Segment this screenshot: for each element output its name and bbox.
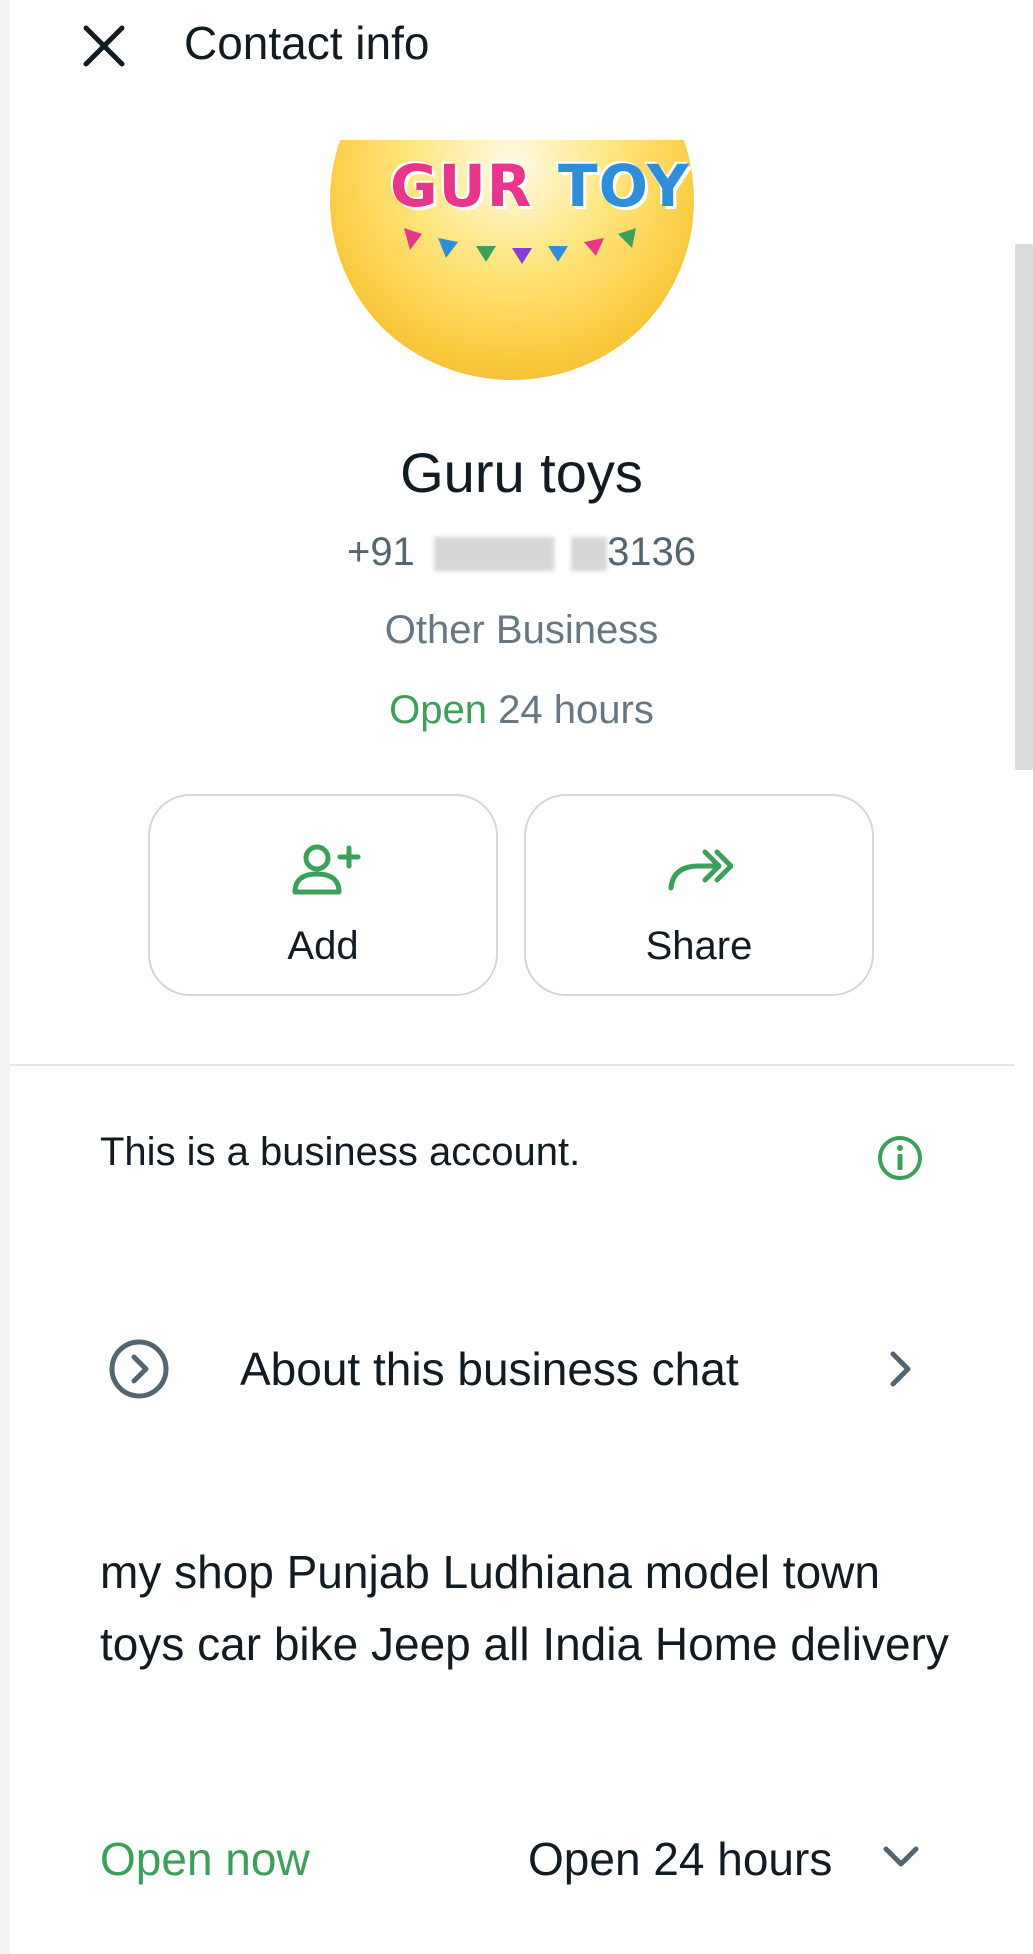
forward-icon (668, 849, 733, 891)
business-hours-dropdown[interactable]: Open 24 hours (518, 1830, 938, 1890)
avatar-logo-text: GUR (390, 152, 533, 220)
circle-chevron-icon (109, 1339, 169, 1399)
bunting-decoration (404, 228, 636, 264)
phone-number: +91 3136 (10, 530, 1033, 575)
business-description: my shop Punjab Ludhiana model town toys … (100, 1546, 949, 1670)
share-label: Share (645, 924, 753, 968)
add-person-icon (292, 844, 361, 895)
phone-suffix: 3136 (607, 530, 697, 574)
contact-name: Guru toys (400, 441, 643, 504)
add-label: Add (287, 924, 359, 968)
header-background (10, 0, 1033, 140)
phone-redacted (433, 537, 554, 572)
about-business-chat-row[interactable]: About this business chat (100, 1334, 940, 1404)
hours-text: 24 hours (498, 688, 654, 732)
info-icon[interactable] (876, 1134, 924, 1182)
chevron-right-icon (890, 1351, 911, 1387)
business-hours-summary: Open 24 hours (10, 688, 1033, 733)
business-hours-value: Open 24 hours (528, 1833, 833, 1885)
divider (10, 1064, 1015, 1066)
hours-status: Open (389, 688, 488, 732)
avatar-logo-text: TOY (558, 152, 690, 220)
contact-info-panel: Contact info Contact info GUR TOY Guru t… (10, 0, 1033, 1954)
chevron-down-icon (883, 1846, 919, 1867)
share-button[interactable]: Share (524, 794, 874, 996)
add-contact-button[interactable]: Add (148, 794, 498, 996)
open-now-status: Open now (100, 1833, 310, 1885)
business-account-notice: This is a business account. (100, 1130, 581, 1174)
phone-redacted (571, 537, 608, 572)
phone-prefix: +91 (346, 530, 415, 574)
business-category: Other Business (384, 608, 659, 652)
about-business-chat-label: About this business chat (240, 1343, 739, 1395)
